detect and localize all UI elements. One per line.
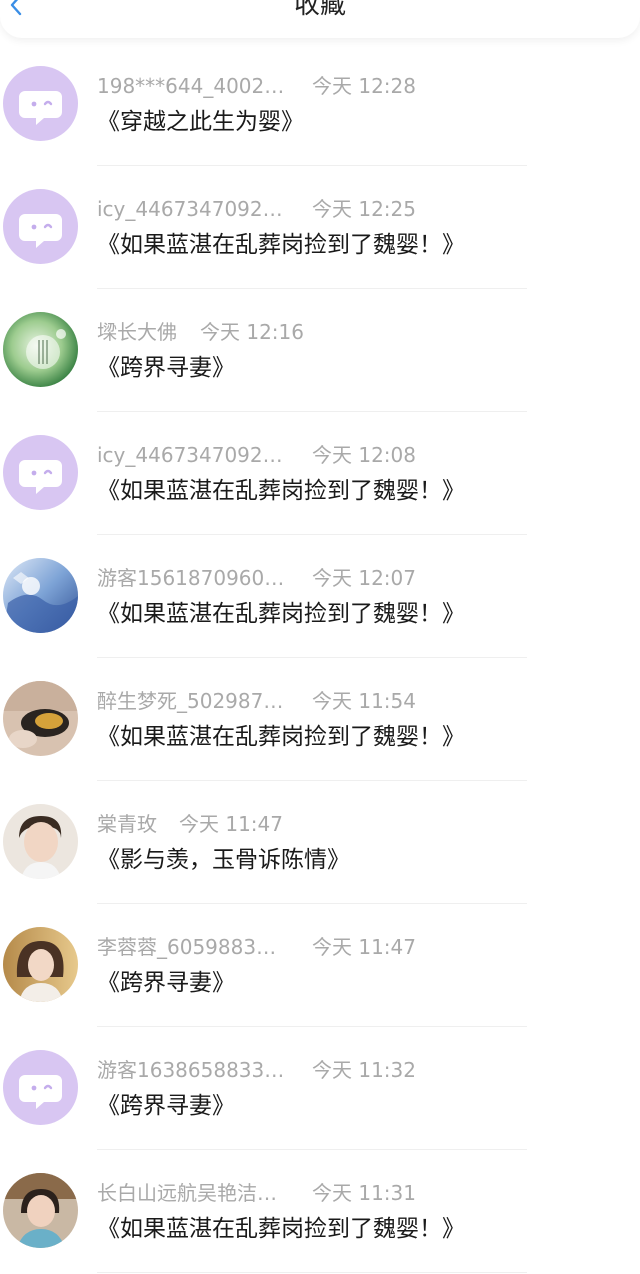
blue-art-avatar[interactable]	[3, 558, 78, 633]
list-item[interactable]: 墚长大佛 今天 12:16 《跨界寻妻》	[0, 289, 640, 412]
story-title[interactable]: 《影与羡，玉骨诉陈情》	[97, 843, 350, 877]
timestamp: 今天 12:16	[200, 320, 304, 344]
timestamp: 今天 11:47	[312, 935, 416, 959]
portrait-avatar[interactable]	[3, 927, 78, 1002]
nickname: 棠青玫	[97, 812, 157, 836]
timestamp: 今天 12:08	[312, 443, 416, 467]
page-title: 收藏	[293, 0, 346, 20]
timestamp: 今天 11:31	[312, 1181, 416, 1205]
list-item[interactable]: icy_4467347092… 今天 12:08 《如果蓝湛在乱葬岗捡到了魏婴！》	[0, 412, 640, 535]
item-meta: 李蓉蓉_6059883… 今天 11:47	[97, 932, 416, 962]
story-title[interactable]: 《如果蓝湛在乱葬岗捡到了魏婴！》	[97, 1212, 465, 1246]
list-item[interactable]: 游客1561870960… 今天 12:07 《如果蓝湛在乱葬岗捡到了魏婴！》	[0, 535, 640, 658]
default-chat-avatar[interactable]	[3, 1050, 78, 1125]
photo-avatar[interactable]	[3, 681, 78, 756]
list-item[interactable]: 长白山远航吴艳洁… 今天 11:31 《如果蓝湛在乱葬岗捡到了魏婴！》	[0, 1150, 640, 1273]
default-chat-avatar[interactable]	[3, 66, 78, 141]
story-title[interactable]: 《如果蓝湛在乱葬岗捡到了魏婴！》	[97, 597, 465, 631]
item-meta: icy_4467347092… 今天 12:25	[97, 194, 416, 224]
portrait-avatar[interactable]	[3, 804, 78, 879]
nickname: 游客1638658833…	[97, 1058, 285, 1082]
default-chat-avatar[interactable]	[3, 435, 78, 510]
item-meta: 棠青玫 今天 11:47	[97, 809, 283, 839]
story-title[interactable]: 《跨界寻妻》	[97, 1089, 235, 1123]
list-item[interactable]: 棠青玫 今天 11:47 《影与羡，玉骨诉陈情》	[0, 781, 640, 904]
nickname: 198***644_4002…	[97, 74, 285, 98]
item-meta: 醉生梦死_502987… 今天 11:54	[97, 686, 416, 716]
list-item[interactable]: 198***644_4002… 今天 12:28 《穿越之此生为婴》	[0, 43, 640, 166]
story-title[interactable]: 《跨界寻妻》	[97, 351, 235, 385]
list-item[interactable]: 游客1638658833… 今天 11:32 《跨界寻妻》	[0, 1027, 640, 1150]
item-meta: icy_4467347092… 今天 12:08	[97, 440, 416, 470]
list-item[interactable]: icy_4467347092… 今天 12:25 《如果蓝湛在乱葬岗捡到了魏婴！》	[0, 166, 640, 289]
nickname: 游客1561870960…	[97, 566, 285, 590]
divider	[97, 1272, 527, 1273]
story-title[interactable]: 《跨界寻妻》	[97, 966, 235, 1000]
nickname: icy_4467347092…	[97, 443, 283, 467]
nickname: 醉生梦死_502987…	[97, 689, 284, 713]
timestamp: 今天 11:54	[312, 689, 416, 713]
nickname: 长白山远航吴艳洁…	[97, 1181, 277, 1205]
favorites-list: 198***644_4002… 今天 12:28 《穿越之此生为婴》 icy_44…	[0, 43, 640, 1273]
nickname: 李蓉蓉_6059883…	[97, 935, 277, 959]
item-meta: 游客1561870960… 今天 12:07	[97, 563, 416, 593]
portrait-avatar[interactable]	[3, 1173, 78, 1248]
default-chat-avatar[interactable]	[3, 189, 78, 264]
item-meta: 游客1638658833… 今天 11:32	[97, 1055, 416, 1085]
green-jade-avatar[interactable]	[3, 312, 78, 387]
timestamp: 今天 12:07	[312, 566, 416, 590]
nickname: 墚长大佛	[97, 320, 177, 344]
list-item[interactable]: 李蓉蓉_6059883… 今天 11:47 《跨界寻妻》	[0, 904, 640, 1027]
timestamp: 今天 12:25	[312, 197, 416, 221]
timestamp: 今天 11:47	[179, 812, 283, 836]
list-item[interactable]: 醉生梦死_502987… 今天 11:54 《如果蓝湛在乱葬岗捡到了魏婴！》	[0, 658, 640, 781]
top-bar: 收藏	[0, 0, 640, 38]
timestamp: 今天 11:32	[312, 1058, 416, 1082]
nickname: icy_4467347092…	[97, 197, 283, 221]
story-title[interactable]: 《如果蓝湛在乱葬岗捡到了魏婴！》	[97, 474, 465, 508]
item-meta: 墚长大佛 今天 12:16	[97, 317, 304, 347]
story-title[interactable]: 《穿越之此生为婴》	[97, 105, 304, 139]
timestamp: 今天 12:28	[312, 74, 416, 98]
item-meta: 长白山远航吴艳洁… 今天 11:31	[97, 1178, 416, 1208]
story-title[interactable]: 《如果蓝湛在乱葬岗捡到了魏婴！》	[97, 720, 465, 754]
item-meta: 198***644_4002… 今天 12:28	[97, 71, 416, 101]
story-title[interactable]: 《如果蓝湛在乱葬岗捡到了魏婴！》	[97, 228, 465, 262]
